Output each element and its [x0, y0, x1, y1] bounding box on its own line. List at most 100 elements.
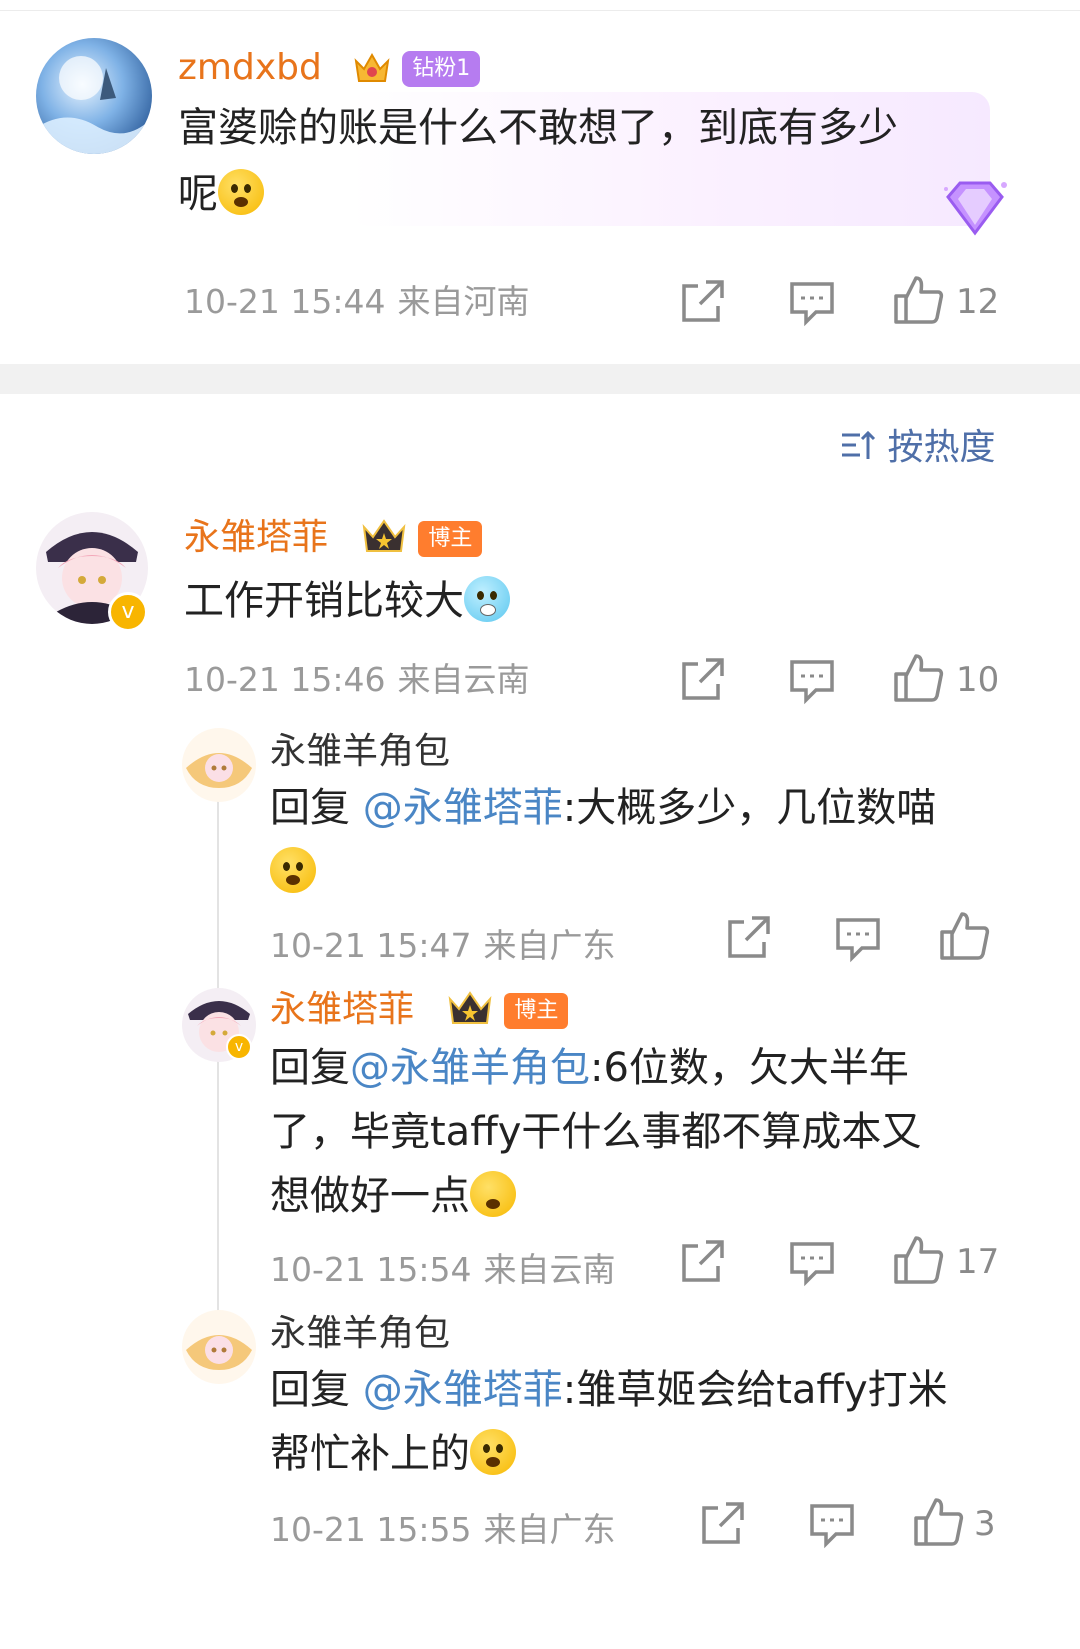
reply-line-2: 帮忙补上的 [270, 1422, 1000, 1486]
reply-prefix: 回复 [270, 1045, 350, 1091]
location: 来自云南 [483, 1250, 616, 1289]
comment-icon [790, 282, 834, 327]
share-button[interactable] [696, 1498, 748, 1550]
share-icon [682, 658, 724, 700]
thumbs-up-icon [940, 912, 990, 960]
share-button[interactable] [676, 654, 728, 706]
username-text[interactable]: 永雏塔菲 [270, 989, 414, 1030]
username-text[interactable]: zmdxbd [178, 47, 322, 88]
avatar[interactable] [182, 728, 256, 802]
share-icon [702, 1502, 744, 1544]
comment-icon [836, 918, 880, 963]
location: 来自广东 [483, 926, 616, 965]
comment-icon [790, 1242, 834, 1287]
share-icon [682, 1240, 724, 1282]
thumbs-up-icon [914, 1498, 964, 1546]
comment-text: 富婆赊的账是什么不敢想了，到底有多少 呢 [178, 95, 978, 227]
top-divider [0, 0, 1080, 11]
username[interactable]: 永雏羊角包 [270, 1312, 450, 1356]
reply-line-1: 回复@永雏羊角包:6位数，欠大半年 [270, 1036, 1000, 1100]
dizzy-face-emoji-icon [470, 1171, 516, 1217]
like-button[interactable] [938, 910, 990, 962]
reply-button[interactable] [786, 276, 838, 328]
share-button[interactable] [722, 912, 774, 964]
reply-line-3-text: 想做好一点 [270, 1173, 470, 1219]
fan-level-badge: 钻粉1 [402, 51, 481, 87]
comment-meta: 10-21 15:46 来自云南 [184, 660, 529, 700]
reply-content: :大概多少，几位数喵 [562, 785, 937, 831]
reply-line-2 [270, 840, 990, 904]
username[interactable]: zmdxbd 钻粉1 [178, 46, 481, 90]
like-button[interactable] [912, 1496, 964, 1548]
reply-text: 回复 @永雏塔菲:雏草姬会给taffy打米 帮忙补上的 [270, 1358, 1000, 1486]
reply-prefix: 回复 [270, 1367, 363, 1413]
timestamp: 10-21 15:54 [270, 1250, 472, 1289]
cold-emoji-icon [464, 576, 510, 622]
username[interactable]: 永雏塔菲 博主 [184, 516, 483, 560]
reply-text: 回复@永雏羊角包:6位数，欠大半年 了，毕竟taffy干什么事都不算成本又 想做… [270, 1036, 1000, 1228]
reply-button[interactable] [806, 1498, 858, 1550]
section-divider [0, 364, 1080, 394]
share-button[interactable] [676, 276, 728, 328]
reply-line-1: 回复 @永雏塔菲:大概多少，几位数喵 [270, 776, 990, 840]
like-count: 10 [956, 660, 1000, 700]
sort-label[interactable]: 按热度 [887, 427, 995, 468]
share-icon [728, 916, 770, 958]
mention-link[interactable]: @永雏羊角包 [350, 1045, 590, 1091]
reply-line-2: 了，毕竟taffy干什么事都不算成本又 [270, 1109, 922, 1155]
worried-emoji-icon [218, 169, 264, 215]
location: 来自广东 [483, 1510, 616, 1549]
mention-link[interactable]: @永雏塔菲 [363, 785, 563, 831]
reply-meta: 10-21 15:47 来自广东 [270, 926, 615, 966]
timestamp: 10-21 15:55 [270, 1510, 472, 1549]
thumbs-up-icon [894, 1236, 944, 1284]
comment-text: 工作开销比较大 [184, 568, 510, 634]
timestamp: 10-21 15:44 [184, 282, 386, 321]
reply-meta: 10-21 15:55 来自广东 [270, 1510, 615, 1550]
comment-line-1: 富婆赊的账是什么不敢想了，到底有多少 [178, 105, 898, 151]
comment-meta: 10-21 15:44 来自河南 [184, 282, 529, 322]
thumbs-up-icon [894, 654, 944, 702]
crying-emoji-icon [470, 1429, 516, 1475]
crown-icon [448, 991, 492, 1024]
username[interactable]: 永雏羊角包 [270, 730, 450, 774]
comment-text-content: 工作开销比较大 [184, 578, 464, 624]
username-text[interactable]: 永雏塔菲 [184, 517, 328, 558]
reply-prefix: 回复 [270, 785, 363, 831]
blogger-badge: 博主 [418, 521, 483, 557]
comment-icon [790, 660, 834, 705]
avatar[interactable] [36, 38, 152, 154]
location: 来自河南 [397, 282, 530, 321]
crown-icon [354, 52, 390, 82]
comment-line-2: 呢 [178, 161, 978, 227]
reply-button[interactable] [832, 912, 884, 964]
timestamp: 10-21 15:46 [184, 660, 386, 699]
thumbs-up-icon [894, 276, 944, 324]
verified-badge-icon: v [108, 592, 148, 632]
sort-button[interactable]: 按热度 [840, 418, 995, 470]
reply-content: :雏草姬会给taffy打米 [562, 1367, 948, 1413]
comment-icon [810, 1504, 854, 1549]
blogger-badge: 博主 [504, 993, 569, 1029]
like-count: 3 [974, 1504, 996, 1544]
like-button[interactable] [892, 652, 944, 704]
share-button[interactable] [676, 1236, 728, 1288]
reply-content: :6位数，欠大半年 [590, 1045, 909, 1091]
reply-line-1: 回复 @永雏塔菲:雏草姬会给taffy打米 [270, 1358, 1000, 1422]
reply-line-2-text: 帮忙补上的 [270, 1431, 470, 1477]
like-button[interactable] [892, 1234, 944, 1286]
reply-button[interactable] [786, 1236, 838, 1288]
sort-icon [842, 430, 876, 459]
reply-line-3: 想做好一点 [270, 1164, 1000, 1228]
like-count: 12 [956, 282, 1000, 322]
verified-badge-icon: v [226, 1034, 252, 1060]
avatar[interactable] [182, 1310, 256, 1384]
like-button[interactable] [892, 274, 944, 326]
username[interactable]: 永雏塔菲 博主 [270, 988, 569, 1032]
mention-link[interactable]: @永雏塔菲 [363, 1367, 563, 1413]
comment-line-2-text: 呢 [178, 171, 218, 217]
like-count: 17 [956, 1242, 1000, 1282]
reply-button[interactable] [786, 654, 838, 706]
fearful-emoji-icon [270, 847, 316, 893]
crown-icon [362, 519, 406, 552]
